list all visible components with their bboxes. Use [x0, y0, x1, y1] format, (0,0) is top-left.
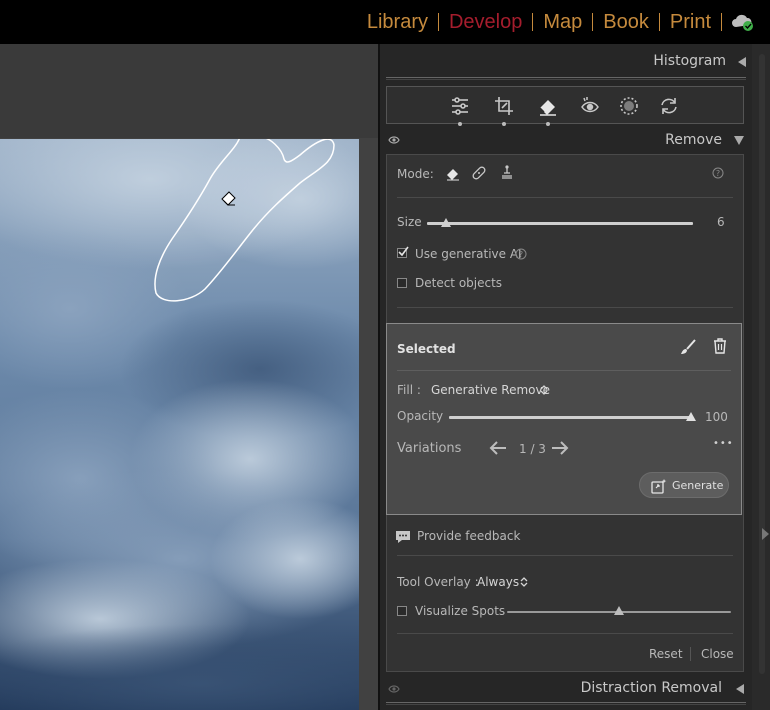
- close-button[interactable]: Close: [701, 647, 734, 661]
- module-library[interactable]: Library: [357, 11, 438, 34]
- opacity-slider-track[interactable]: [449, 416, 691, 419]
- visualize-spots-slider-thumb[interactable]: [614, 606, 624, 615]
- remove-panel-title: Remove: [665, 132, 722, 148]
- heal-mode-icon[interactable]: [471, 165, 487, 181]
- fill-label: Fill :: [397, 383, 421, 397]
- divider: [397, 197, 733, 198]
- right-panel-toggle-icon[interactable]: [762, 528, 769, 540]
- svg-text:?: ?: [519, 250, 523, 259]
- eye-icon[interactable]: [388, 684, 400, 694]
- masking-icon[interactable]: [618, 95, 640, 117]
- arrow-right-icon[interactable]: [551, 441, 569, 455]
- visualize-spots-checkbox[interactable]: [397, 606, 407, 616]
- collapse-left-icon[interactable]: [736, 684, 744, 694]
- tool-indicator-dot: [546, 122, 550, 126]
- generate-button[interactable]: Generate: [639, 472, 729, 498]
- distraction-removal-title: Distraction Removal: [580, 680, 722, 696]
- arrow-left-icon[interactable]: [489, 441, 507, 455]
- visualize-spots-label[interactable]: Visualize Spots: [415, 604, 505, 618]
- panel-scrollbar[interactable]: [752, 44, 770, 710]
- module-separator: [721, 13, 722, 31]
- variations-label: Variations: [397, 441, 462, 456]
- use-generative-ai-label[interactable]: Use generative AI: [415, 247, 522, 261]
- canvas-background: [0, 44, 378, 138]
- histogram-header[interactable]: Histogram: [386, 52, 746, 74]
- module-print[interactable]: Print: [660, 11, 721, 34]
- module-book[interactable]: Book: [593, 11, 659, 34]
- tool-overlay-dropdown[interactable]: Always: [477, 575, 519, 589]
- mode-label: Mode:: [397, 167, 434, 181]
- more-options-icon[interactable]: •••: [713, 438, 734, 449]
- size-slider-track[interactable]: [427, 222, 693, 225]
- help-icon[interactable]: ?: [712, 167, 724, 179]
- eraser-icon[interactable]: [537, 95, 559, 126]
- provide-feedback-link[interactable]: Provide feedback: [417, 529, 520, 543]
- detect-objects-checkbox[interactable]: [397, 278, 407, 288]
- fill-dropdown[interactable]: Generative Remove: [431, 383, 550, 397]
- variations-counter: 1 / 3: [519, 442, 546, 456]
- remove-panel-header[interactable]: Remove: [386, 132, 746, 152]
- develop-right-panel: Histogram Remove Mode: ? Size 6 Use gene…: [378, 44, 770, 710]
- divider: [397, 370, 731, 371]
- updown-chevron-icon[interactable]: [540, 384, 548, 396]
- size-slider-thumb[interactable]: [440, 218, 451, 227]
- reset-button[interactable]: Reset: [649, 647, 683, 661]
- cloud-sync-icon[interactable]: [730, 12, 756, 32]
- divider: [397, 555, 733, 556]
- svg-text:?: ?: [716, 169, 720, 178]
- eye-icon[interactable]: [388, 135, 400, 145]
- module-develop[interactable]: Develop: [439, 11, 532, 34]
- photo-preview[interactable]: [0, 139, 359, 710]
- reset-icon[interactable]: [658, 95, 680, 117]
- scroll-handle[interactable]: [759, 54, 765, 674]
- tool-overlay-label: Tool Overlay :: [397, 575, 479, 589]
- updown-chevron-icon[interactable]: [520, 576, 528, 588]
- collapse-down-icon[interactable]: [734, 136, 744, 145]
- tool-strip: [386, 86, 744, 126]
- trash-icon[interactable]: [711, 337, 729, 355]
- crop-icon[interactable]: [493, 95, 515, 126]
- distraction-removal-header[interactable]: Distraction Removal: [386, 680, 746, 700]
- clone-mode-icon[interactable]: [499, 164, 515, 180]
- selected-spot-box: Selected Fill : Generative Remove Opacit…: [386, 323, 742, 515]
- button-separator: [690, 647, 691, 661]
- generate-icon: [651, 479, 667, 494]
- histogram-title: Histogram: [653, 53, 726, 69]
- collapse-left-icon[interactable]: [738, 57, 746, 67]
- eraser-mode-icon[interactable]: [445, 165, 461, 181]
- generate-label: Generate: [672, 479, 724, 492]
- feedback-icon[interactable]: [395, 529, 411, 545]
- detect-objects-label[interactable]: Detect objects: [415, 276, 502, 290]
- brush-icon[interactable]: [679, 338, 697, 356]
- tool-indicator-dot: [502, 122, 506, 126]
- divider: [397, 307, 733, 308]
- divider: [397, 633, 733, 634]
- module-list: Library Develop Map Book Print: [357, 0, 756, 44]
- tool-indicator-dot: [458, 122, 462, 126]
- opacity-value[interactable]: 100: [705, 410, 728, 424]
- remove-panel-body: Mode: ? Size 6 Use generative AI ? Detec…: [386, 154, 744, 672]
- red-eye-icon[interactable]: [579, 95, 601, 117]
- selected-title: Selected: [397, 342, 456, 356]
- opacity-slider-thumb[interactable]: [686, 412, 696, 421]
- module-map[interactable]: Map: [533, 11, 592, 34]
- size-value[interactable]: 6: [717, 215, 725, 229]
- module-picker: Library Develop Map Book Print: [0, 0, 770, 44]
- sliders-icon[interactable]: [449, 95, 471, 126]
- opacity-label: Opacity: [397, 409, 444, 423]
- panel-divider: [386, 702, 746, 705]
- help-icon[interactable]: ?: [515, 248, 527, 260]
- size-label: Size: [397, 215, 422, 229]
- histogram-divider: [386, 77, 746, 80]
- checkmark-icon: [398, 246, 409, 257]
